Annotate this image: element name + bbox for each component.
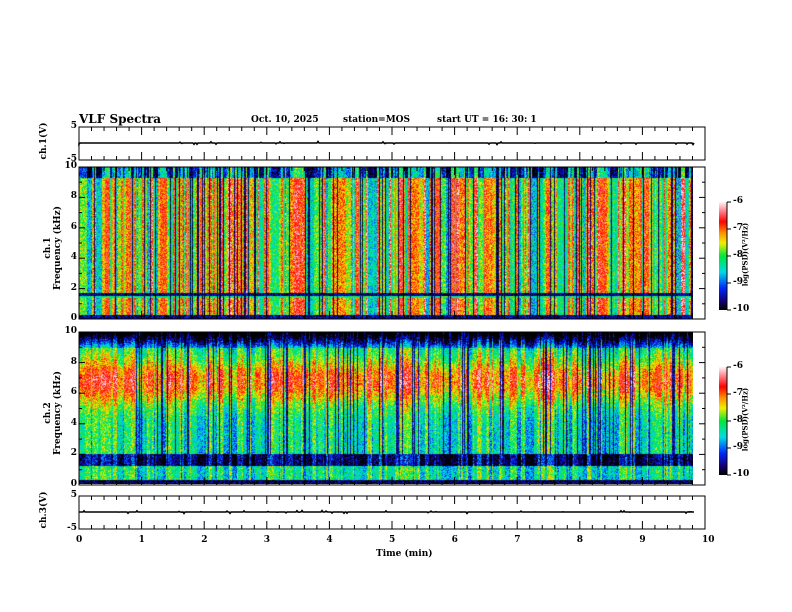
panel-frame bbox=[78, 166, 706, 320]
colorbar-tick-label: -10 bbox=[733, 469, 750, 479]
x-tick-label: 5 bbox=[389, 535, 396, 545]
y-tick-label: -5 bbox=[67, 523, 77, 533]
x-tick-label: 0 bbox=[76, 535, 83, 545]
panel-frame bbox=[78, 331, 706, 486]
ch1-waveform-ylabel: ch.1(V) bbox=[39, 122, 49, 160]
x-tick-label: 9 bbox=[639, 535, 646, 545]
colorbar-tick-label: -7 bbox=[733, 223, 743, 233]
ch2-label: ch.2 bbox=[43, 402, 53, 424]
y-tick-label: 8 bbox=[70, 191, 77, 202]
x-tick-label: 7 bbox=[514, 535, 521, 545]
colorbar-tick-label: -8 bbox=[733, 250, 743, 260]
x-tick-label: 1 bbox=[138, 535, 145, 545]
x-tick-label: 4 bbox=[326, 535, 333, 545]
axes-layer bbox=[78, 126, 731, 530]
ch3-waveform-ylabel: ch.3(V) bbox=[39, 491, 49, 529]
colorbar-tick-label: -6 bbox=[733, 361, 743, 371]
y-tick-label: 4 bbox=[70, 252, 77, 263]
vlf-spectra-figure: VLF Spectra Oct. 10, 2025 station=MOS st… bbox=[0, 0, 792, 612]
y-tick-label: 2 bbox=[70, 282, 77, 293]
y-tick-label: 4 bbox=[70, 417, 77, 428]
y-tick-label: 6 bbox=[70, 387, 77, 398]
ch2-spectrogram-ylabel: ch.2 Frequency (kHz) bbox=[43, 358, 63, 468]
ch3-waveform-line bbox=[79, 509, 694, 515]
ch1-spectrogram-ylabel: ch.1 Frequency (kHz) bbox=[43, 193, 63, 303]
y-tick-label: 10 bbox=[64, 326, 77, 336]
y-tick-label: 0 bbox=[70, 313, 77, 323]
colorbar-tick-label: -7 bbox=[733, 388, 743, 398]
y-tick-label: 5 bbox=[70, 490, 77, 500]
colorbar-tick-label: -9 bbox=[733, 277, 743, 287]
colorbar-tick-label: -6 bbox=[733, 196, 743, 206]
x-axis-label: Time (min) bbox=[376, 549, 433, 559]
ch1-waveform-line bbox=[78, 140, 695, 147]
frequency-label: Frequency (kHz) bbox=[53, 206, 63, 291]
x-tick-label: 8 bbox=[576, 535, 584, 545]
y-tick-label: 0 bbox=[70, 479, 77, 489]
x-tick-label: 3 bbox=[263, 535, 271, 545]
y-tick-label: 2 bbox=[70, 448, 77, 459]
frequency-label: Frequency (kHz) bbox=[53, 371, 63, 456]
y-tick-label: 10 bbox=[64, 161, 77, 171]
y-tick-label: 6 bbox=[70, 221, 77, 232]
colorbar-tick-label: -9 bbox=[733, 442, 743, 452]
x-tick-label: 10 bbox=[702, 535, 715, 545]
x-tick-label: 2 bbox=[201, 535, 208, 545]
x-tick-label: 6 bbox=[451, 535, 458, 545]
ch1-label: ch.1 bbox=[43, 237, 53, 259]
colorbar-tick-label: -8 bbox=[733, 415, 743, 425]
y-tick-label: 8 bbox=[70, 356, 77, 367]
y-tick-label: 5 bbox=[70, 121, 77, 131]
colorbar-tick-label: -10 bbox=[733, 304, 750, 314]
